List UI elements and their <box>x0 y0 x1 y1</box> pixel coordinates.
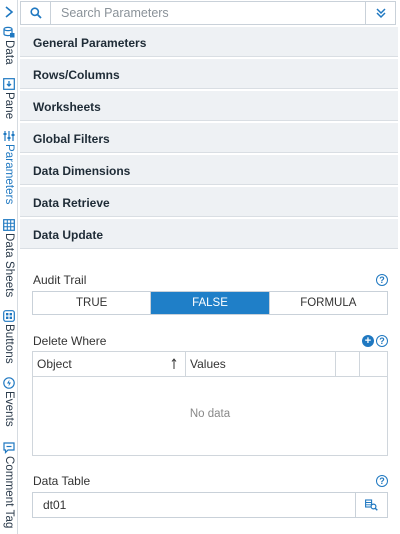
column-header-object[interactable]: Object <box>33 352 186 376</box>
section-rows-columns[interactable]: Rows/Columns <box>20 59 398 89</box>
rail-item-data-sheets[interactable]: Data Sheets <box>1 219 17 297</box>
column-header-blank <box>336 352 360 376</box>
section-label: Data Update <box>33 228 104 242</box>
add-icon[interactable]: + <box>362 335 374 347</box>
rail-label-comment-tag: Comment Tag <box>3 456 15 529</box>
rail-label-data: Data <box>3 40 15 65</box>
sort-arrow-icon <box>171 358 177 369</box>
delete-where-label: Delete Where <box>33 334 107 348</box>
help-icon[interactable]: ? <box>376 274 388 286</box>
events-icon <box>3 377 15 389</box>
delete-where-grid: Object Values No data <box>32 351 388 456</box>
parameters-icon <box>3 131 15 141</box>
rail-label-parameters: Parameters <box>3 144 15 205</box>
grid-empty-text: No data <box>189 408 231 420</box>
help-icon[interactable]: ? <box>376 475 388 487</box>
comment-tag-icon <box>3 442 15 454</box>
audit-trail-formula-button[interactable]: FORMULA <box>270 292 387 314</box>
rail-label-events: Events <box>3 391 15 427</box>
section-global-filters[interactable]: Global Filters <box>20 123 398 153</box>
audit-trail-false-button[interactable]: FALSE <box>151 292 270 314</box>
section-general-parameters[interactable]: General Parameters <box>20 27 398 57</box>
section-data-dimensions[interactable]: Data Dimensions <box>20 155 398 185</box>
parameters-panel: General Parameters Rows/Columns Workshee… <box>20 0 398 534</box>
rail-item-data[interactable]: Data <box>1 26 17 65</box>
section-data-retrieve[interactable]: Data Retrieve <box>20 187 398 217</box>
column-header-label: Values <box>190 357 226 371</box>
rail-item-comment-tag[interactable]: Comment Tag <box>1 442 17 528</box>
data-table-browse-button[interactable] <box>355 493 387 517</box>
rail-item-pane[interactable]: Pane <box>1 78 17 119</box>
column-header-label: Object <box>37 357 72 371</box>
help-icon[interactable]: ? <box>376 335 388 347</box>
pane-icon <box>3 78 15 90</box>
section-label: Worksheets <box>33 100 101 114</box>
section-worksheets[interactable]: Worksheets <box>20 91 398 121</box>
rail-item-events[interactable]: Events <box>1 377 17 427</box>
section-label: Global Filters <box>33 132 110 146</box>
data-table-field <box>32 492 388 518</box>
data-table-input[interactable] <box>33 493 355 517</box>
rail-label-buttons: Buttons <box>3 324 15 364</box>
search-input[interactable] <box>53 2 365 24</box>
grid-header: Object Values <box>33 352 387 377</box>
chevron-right-icon[interactable] <box>2 6 16 20</box>
search-bar <box>20 1 396 25</box>
audit-trail-toggle: TRUE FALSE FORMULA <box>32 291 388 315</box>
search-icon <box>29 7 42 19</box>
audit-trail-true-button[interactable]: TRUE <box>33 292 152 314</box>
column-header-values[interactable]: Values <box>186 352 336 376</box>
rail-label-data-sheets: Data Sheets <box>3 233 15 298</box>
data-icon <box>3 26 15 38</box>
buttons-icon <box>3 310 15 322</box>
audit-trail-label: Audit Trail <box>33 273 87 287</box>
rail-item-parameters[interactable]: Parameters <box>1 130 17 204</box>
data-sheets-icon <box>3 219 15 231</box>
double-chevron-down-icon <box>375 8 386 19</box>
rail-item-buttons[interactable]: Buttons <box>1 310 17 364</box>
side-rail: Data Pane Parameters Data Sheets Buttons… <box>0 0 18 534</box>
rail-label-pane: Pane <box>3 92 15 120</box>
section-label: General Parameters <box>33 36 147 50</box>
section-label: Data Dimensions <box>33 164 131 178</box>
section-label: Rows/Columns <box>33 68 120 82</box>
search-button[interactable] <box>21 2 51 24</box>
expand-all-button[interactable] <box>365 2 395 24</box>
data-table-label: Data Table <box>33 474 91 488</box>
section-data-update[interactable]: Data Update <box>20 219 398 249</box>
section-label: Data Retrieve <box>33 196 110 210</box>
table-search-icon <box>365 499 378 511</box>
